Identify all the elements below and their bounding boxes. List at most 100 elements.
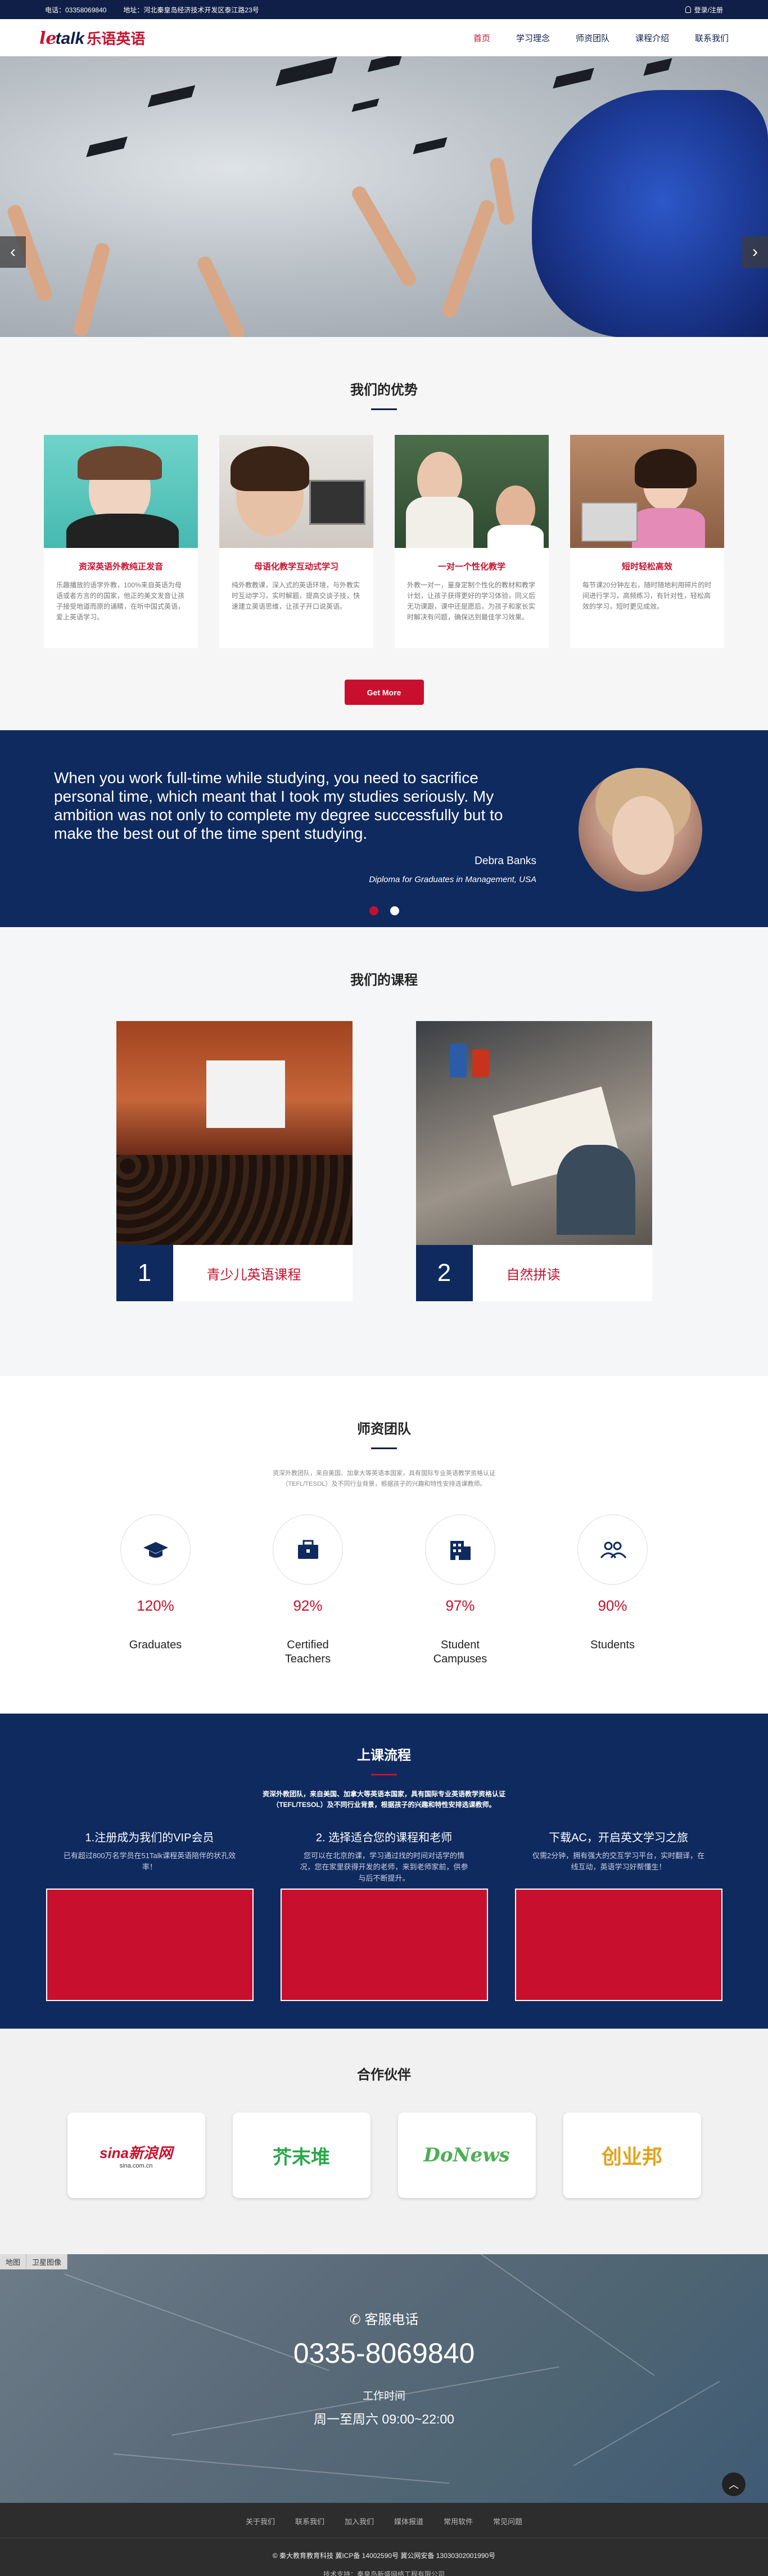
login-label: 登录/注册 (694, 6, 723, 14)
tech-support: 技术支持：秦皇岛新盛网络工程有限公司 (323, 2570, 445, 2576)
partner-logo-jiemodui[interactable]: 芥末堆 (232, 2112, 371, 2198)
logo-le: le (39, 28, 57, 48)
stat-item: 97% Student Campuses (425, 1514, 495, 1666)
step-text: 仅需2分钟，拥有强大的交互学习平台，实时翻译，在线互动，英语学习好帮懂生！ (532, 1851, 705, 1871)
step-title: 1.注册成为我们的VIP会员 (85, 1832, 214, 1844)
pagination-dot[interactable] (369, 906, 378, 915)
advantages-title: 我们的优势 (350, 383, 418, 398)
course-name: 青少儿英语课程 (173, 1245, 353, 1301)
footer-link[interactable]: 媒体报道 (394, 2516, 423, 2526)
building-icon (425, 1514, 495, 1585)
user-icon (685, 6, 691, 13)
advantage-card[interactable]: 资深英语外教纯正发音 乐趣播放的语学外教，100%来自英语为母语或者方言的的国家… (44, 435, 198, 648)
testimonial-pagination (369, 906, 399, 915)
footer-link[interactable]: 加入我们 (345, 2516, 374, 2526)
process-section: 上课流程 资深外教团队，来自美国、加拿大等英语本国家，具有国际专业英语教学资格认… (0, 1714, 768, 2029)
title-divider (371, 408, 397, 410)
course-card[interactable]: 2 自然拼读 (415, 1021, 652, 1301)
title-divider (371, 1774, 397, 1775)
phone-label-text: 客服电话 (364, 2312, 419, 2327)
nav-home[interactable]: 首页 (473, 32, 490, 44)
hero-banner: ‹ › (0, 56, 768, 337)
map-type-toggle[interactable]: 地图 卫星图像 (0, 2254, 68, 2269)
top-bar: 电话：03358069840 地址：河北秦皇岛经济技术开发区泰江路23号 登录/… (0, 0, 768, 19)
stat-value: 97% (445, 1597, 475, 1614)
nav-philosophy[interactable]: 学习理念 (516, 32, 550, 44)
advantage-card[interactable]: 一对一个性化教学 外教一对一，量身定制个性化的教材和教学计划，让孩子获得更好的学… (395, 435, 549, 648)
stat-label: Certified Teachers (284, 1639, 331, 1665)
get-more-button[interactable]: Get More (344, 680, 424, 705)
address-text: 地址：河北秦皇岛经济技术开发区泰江路23号 (123, 6, 259, 14)
course-image (116, 1021, 353, 1245)
logo-cn: 乐语英语 (87, 30, 146, 48)
courses-title: 我们的课程 (350, 973, 418, 988)
advantages-section: 我们的优势 资深英语外教纯正发音 乐趣播放的语学外教，100%来自英语为母语或者… (0, 337, 768, 730)
course-card[interactable]: 1 青少儿英语课程 (116, 1021, 353, 1301)
phone-label: ✆ 客服电话 (0, 2308, 768, 2328)
nav-contact[interactable]: 联系我们 (695, 32, 729, 44)
testimonial-quote: When you work full-time while studying, … (54, 769, 503, 842)
satellite-tab[interactable]: 卫星图像 (26, 2254, 68, 2269)
footer-link[interactable]: 关于我们 (246, 2516, 275, 2526)
step-title: 下载AC，开启英文学习之旅 (549, 1832, 688, 1844)
users-icon (577, 1514, 648, 1585)
phone-icon: ✆ (349, 2312, 365, 2327)
teachers-title: 师资团队 (357, 1422, 411, 1437)
logo[interactable]: le talk 乐语英语 (39, 28, 145, 48)
card-image (395, 435, 549, 548)
briefcase-icon (273, 1514, 343, 1585)
courses-section: 我们的课程 1 青少儿英语课程 2 自然拼读 (0, 927, 768, 1376)
main-nav: 首页 学习理念 师资团队 课程介绍 联系我们 (473, 32, 729, 44)
phone-number[interactable]: 0335-8069840 (0, 2337, 768, 2370)
process-step: 下载AC，开启英文学习之旅 仅需2分钟，拥有强大的交互学习平台，实时翻译，在线互… (514, 1828, 722, 2001)
partner-logo-chuangyebang[interactable]: 创业邦 (563, 2112, 701, 2198)
back-to-top-button[interactable]: ︿ (722, 2472, 746, 2496)
partner-sub: sina.com.cn (119, 2162, 153, 2169)
teachers-desc: 资深外教团队，来自美国、加拿大等英语本国家，具有国际专业英语教学资格认证（TEF… (273, 1470, 495, 1487)
stat-label: Students (590, 1639, 635, 1651)
pagination-dot[interactable] (390, 906, 399, 915)
card-title: 一对一个性化教学 (437, 562, 505, 572)
card-text: 纯外教教课，深入式的英语环境，与外教实时互动学习，实时解题，提高交谈子技，快速建… (232, 581, 360, 610)
work-time-title: 工作时间 (362, 2390, 405, 2402)
header: le talk 乐语英语 首页 学习理念 师资团队 课程介绍 联系我们 (0, 19, 768, 56)
map-contact-section[interactable]: 地图 卫星图像 ✆ 客服电话 0335-8069840 工作时间 周一至周六 0… (0, 2254, 768, 2503)
stat-value: 120% (137, 1597, 174, 1614)
step-image (514, 1889, 722, 2001)
partner-logo-donews[interactable]: DoNews (397, 2112, 536, 2198)
phone-text: 电话：03358069840 (45, 6, 107, 14)
stat-label: Graduates (129, 1639, 182, 1651)
page: 电话：03358069840 地址：河北秦皇岛经济技术开发区泰江路23号 登录/… (0, 0, 768, 2576)
map-tab[interactable]: 地图 (0, 2254, 27, 2269)
advantage-card[interactable]: 母语化教学互动式学习 纯外教教课，深入式的英语环境，与外教实时互动学习，实时解题… (219, 435, 373, 648)
graduation-cap-icon (120, 1514, 191, 1585)
card-image (44, 435, 198, 548)
footer-link[interactable]: 常用软件 (444, 2516, 473, 2526)
partner-name: 创业邦 (601, 2145, 662, 2168)
step-title: 2. 选择适合您的课程和老师 (315, 1832, 453, 1844)
footer: 关于我们 联系我们 加入我们 媒体报道 常用软件 常见问题 © 秦大教育教育科技… (0, 2503, 768, 2576)
testimonial-role: Diploma for Graduates in Management, USA (369, 875, 536, 884)
course-number: 2 (415, 1245, 473, 1301)
testimonial-avatar (579, 768, 702, 892)
slider-prev-button[interactable]: ‹ (0, 236, 26, 268)
testimonial-author: Debra Banks (475, 855, 536, 867)
process-step: 2. 选择适合您的课程和老师 您可以在北京的课，学习通过找的时间对话学的情况，您… (280, 1828, 488, 2001)
card-text: 外教一对一，量身定制个性化的教材和教学计划，让孩子获得更好的学习体验，同义后无功… (407, 581, 536, 621)
footer-link[interactable]: 联系我们 (295, 2516, 324, 2526)
slider-next-button[interactable]: › (742, 236, 768, 268)
card-text: 乐趣播放的语学外教，100%来自英语为母语或者方言的的国家，他正的美文发音让孩子… (56, 581, 185, 621)
stat-value: 92% (293, 1597, 323, 1614)
footer-link[interactable]: 常见问题 (493, 2516, 522, 2526)
nav-teachers[interactable]: 师资团队 (576, 32, 609, 44)
title-divider (371, 1447, 397, 1449)
card-text: 每节课20分钟左右，随时随地利用碎片的时间进行学习，高频练习，有针对性，轻松高效… (582, 581, 712, 610)
advantage-card[interactable]: 短时轻松高效 每节课20分钟左右，随时随地利用碎片的时间进行学习，高频练习，有针… (570, 435, 724, 648)
login-link[interactable]: 登录/注册 (685, 5, 723, 15)
stat-item: 90% Students (577, 1514, 648, 1666)
partner-logo-sina[interactable]: sina新浪网 sina.com.cn (67, 2112, 205, 2198)
teachers-section: 师资团队 资深外教团队，来自美国、加拿大等英语本国家，具有国际专业英语教学资格认… (0, 1376, 768, 1714)
stat-item: 120% Graduates (120, 1514, 191, 1666)
nav-courses[interactable]: 课程介绍 (635, 32, 669, 44)
course-image (415, 1021, 652, 1245)
